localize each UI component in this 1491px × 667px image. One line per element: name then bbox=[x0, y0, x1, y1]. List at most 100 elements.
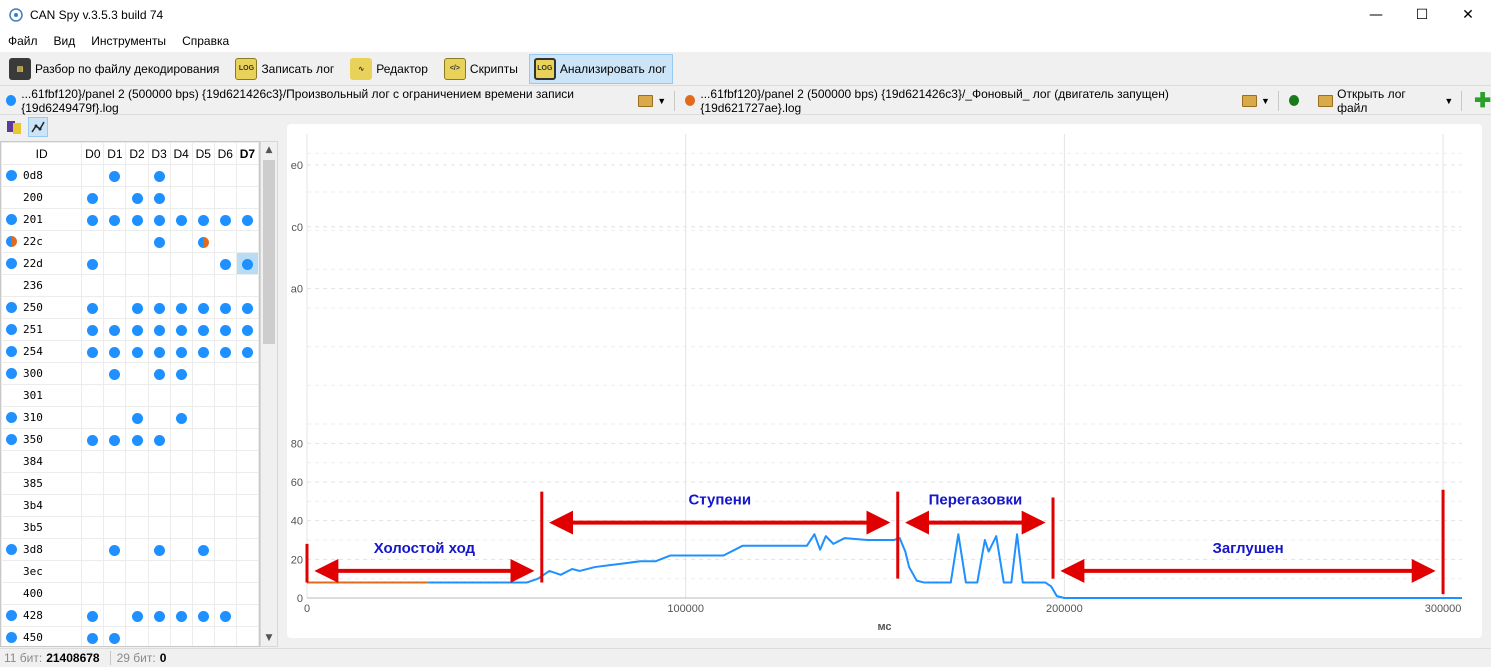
menu-help[interactable]: Справка bbox=[182, 34, 229, 48]
id-cell[interactable]: 301 bbox=[1, 384, 83, 407]
byte-cell-d6[interactable] bbox=[213, 274, 237, 297]
byte-cell-d1[interactable] bbox=[103, 494, 127, 517]
byte-cell-d5[interactable] bbox=[191, 252, 215, 275]
byte-cell-d3[interactable] bbox=[147, 604, 171, 627]
byte-cell-d6[interactable] bbox=[213, 252, 237, 275]
byte-cell-d4[interactable] bbox=[169, 516, 193, 539]
chart-panel[interactable]: 0 20 40 60 80 a0 c0 e0 0 100000 200000 300000 мс Холо… bbox=[287, 124, 1482, 638]
id-row[interactable]: 300 bbox=[1, 362, 259, 385]
byte-cell-d5[interactable] bbox=[191, 450, 215, 473]
byte-cell-d5[interactable] bbox=[191, 406, 215, 429]
byte-cell-d4[interactable] bbox=[169, 494, 193, 517]
byte-cell-d4[interactable] bbox=[169, 164, 193, 187]
byte-cell-d1[interactable] bbox=[103, 252, 127, 275]
byte-cell-d5[interactable] bbox=[191, 626, 215, 646]
byte-cell-d3[interactable] bbox=[147, 406, 171, 429]
byte-cell-d6[interactable] bbox=[213, 384, 237, 407]
id-cell[interactable]: 385 bbox=[1, 472, 83, 495]
col-d5[interactable]: D5 bbox=[191, 142, 215, 165]
byte-cell-d7[interactable] bbox=[235, 186, 259, 209]
byte-cell-d1[interactable] bbox=[103, 274, 127, 297]
byte-cell-d6[interactable] bbox=[213, 164, 237, 187]
scroll-down-icon[interactable]: ▼ bbox=[261, 630, 277, 646]
byte-cell-d7[interactable] bbox=[235, 560, 259, 583]
open-log-folder-icon[interactable] bbox=[1318, 94, 1334, 107]
byte-cell-d4[interactable] bbox=[169, 450, 193, 473]
byte-cell-d1[interactable] bbox=[103, 164, 127, 187]
byte-cell-d6[interactable] bbox=[213, 362, 237, 385]
id-cell[interactable]: 3b4 bbox=[1, 494, 83, 517]
add-log-icon[interactable]: ✚ bbox=[1474, 88, 1491, 113]
id-row[interactable]: 450 bbox=[1, 626, 259, 646]
id-row[interactable]: 3ec bbox=[1, 560, 259, 583]
id-cell[interactable]: 254 bbox=[1, 340, 83, 363]
byte-cell-d6[interactable] bbox=[213, 230, 237, 253]
byte-cell-d4[interactable] bbox=[169, 340, 193, 363]
id-cell[interactable]: 384 bbox=[1, 450, 83, 473]
byte-cell-d6[interactable] bbox=[213, 340, 237, 363]
byte-cell-d6[interactable] bbox=[213, 604, 237, 627]
byte-cell-d0[interactable] bbox=[81, 208, 105, 231]
byte-cell-d1[interactable] bbox=[103, 362, 127, 385]
byte-cell-d6[interactable] bbox=[213, 428, 237, 451]
byte-cell-d4[interactable] bbox=[169, 252, 193, 275]
byte-cell-d0[interactable] bbox=[81, 472, 105, 495]
id-cell[interactable]: 300 bbox=[1, 362, 83, 385]
byte-cell-d4[interactable] bbox=[169, 384, 193, 407]
byte-cell-d7[interactable] bbox=[235, 252, 259, 275]
byte-cell-d3[interactable] bbox=[147, 252, 171, 275]
byte-cell-d4[interactable] bbox=[169, 208, 193, 231]
byte-cell-d1[interactable] bbox=[103, 384, 127, 407]
byte-cell-d3[interactable] bbox=[147, 274, 171, 297]
byte-cell-d3[interactable] bbox=[147, 494, 171, 517]
byte-cell-d1[interactable] bbox=[103, 230, 127, 253]
byte-cell-d4[interactable] bbox=[169, 274, 193, 297]
byte-cell-d5[interactable] bbox=[191, 186, 215, 209]
byte-cell-d4[interactable] bbox=[169, 582, 193, 605]
byte-cell-d7[interactable] bbox=[235, 626, 259, 646]
id-row[interactable]: 0d8 bbox=[1, 164, 259, 187]
byte-cell-d3[interactable] bbox=[147, 208, 171, 231]
byte-cell-d4[interactable] bbox=[169, 472, 193, 495]
byte-cell-d0[interactable] bbox=[81, 560, 105, 583]
byte-cell-d7[interactable] bbox=[235, 604, 259, 627]
byte-cell-d7[interactable] bbox=[235, 494, 259, 517]
record-log-button[interactable]: LOG Записать лог bbox=[230, 54, 341, 84]
byte-cell-d0[interactable] bbox=[81, 626, 105, 646]
byte-cell-d4[interactable] bbox=[169, 362, 193, 385]
id-row[interactable]: 201 bbox=[1, 208, 259, 231]
byte-cell-d0[interactable] bbox=[81, 428, 105, 451]
decode-file-button[interactable]: ▤ Разбор по файлу декодирования bbox=[4, 54, 226, 84]
byte-cell-d1[interactable] bbox=[103, 318, 127, 341]
id-row[interactable]: 310 bbox=[1, 406, 259, 429]
id-cell[interactable]: 0d8 bbox=[1, 164, 83, 187]
byte-cell-d4[interactable] bbox=[169, 230, 193, 253]
byte-cell-d7[interactable] bbox=[235, 472, 259, 495]
byte-cell-d7[interactable] bbox=[235, 384, 259, 407]
byte-cell-d5[interactable] bbox=[191, 362, 215, 385]
byte-cell-d7[interactable] bbox=[235, 230, 259, 253]
byte-cell-d3[interactable] bbox=[147, 516, 171, 539]
byte-cell-d1[interactable] bbox=[103, 340, 127, 363]
byte-cell-d0[interactable] bbox=[81, 164, 105, 187]
col-id[interactable]: ID bbox=[1, 142, 83, 165]
byte-cell-d7[interactable] bbox=[235, 274, 259, 297]
byte-cell-d3[interactable] bbox=[147, 230, 171, 253]
byte-cell-d5[interactable] bbox=[191, 384, 215, 407]
byte-cell-d0[interactable] bbox=[81, 604, 105, 627]
byte-cell-d1[interactable] bbox=[103, 560, 127, 583]
byte-cell-d2[interactable] bbox=[125, 384, 149, 407]
byte-cell-d3[interactable] bbox=[147, 318, 171, 341]
byte-cell-d6[interactable] bbox=[213, 472, 237, 495]
byte-cell-d5[interactable] bbox=[191, 516, 215, 539]
byte-cell-d5[interactable] bbox=[191, 428, 215, 451]
byte-cell-d0[interactable] bbox=[81, 318, 105, 341]
byte-cell-d4[interactable] bbox=[169, 538, 193, 561]
id-row[interactable]: 301 bbox=[1, 384, 259, 407]
byte-cell-d0[interactable] bbox=[81, 516, 105, 539]
byte-cell-d4[interactable] bbox=[169, 560, 193, 583]
byte-cell-d0[interactable] bbox=[81, 252, 105, 275]
maximize-button[interactable]: ☐ bbox=[1399, 0, 1445, 30]
byte-cell-d1[interactable] bbox=[103, 186, 127, 209]
byte-cell-d2[interactable] bbox=[125, 230, 149, 253]
